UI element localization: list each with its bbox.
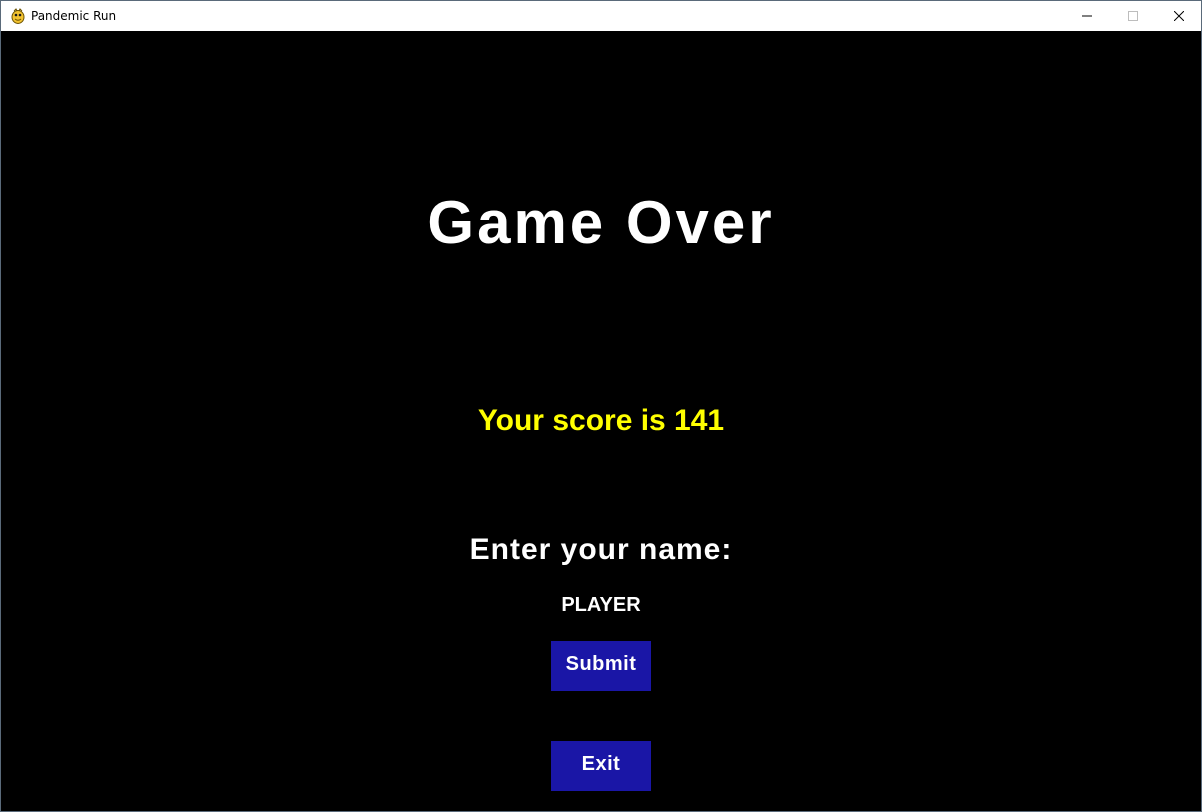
app-window: Pandemic Run Game Over Your score is 141… xyxy=(0,0,1202,812)
exit-button[interactable]: Exit xyxy=(551,741,651,791)
minimize-button[interactable] xyxy=(1064,1,1110,31)
close-icon xyxy=(1174,11,1184,21)
submit-button[interactable]: Submit xyxy=(551,641,651,691)
name-prompt: Enter your name: xyxy=(469,533,733,566)
minimize-icon xyxy=(1082,15,1092,17)
name-input[interactable]: PLAYER xyxy=(1,593,1201,617)
title-bar[interactable]: Pandemic Run xyxy=(1,1,1201,31)
maximize-icon xyxy=(1128,11,1138,21)
close-button[interactable] xyxy=(1156,1,1202,31)
game-over-title: Game Over xyxy=(427,189,775,256)
pygame-snake-icon xyxy=(10,8,26,24)
game-canvas[interactable]: Game Over Your score is 141 Enter your n… xyxy=(1,31,1201,811)
window-title: Pandemic Run xyxy=(31,9,117,23)
score-text: Your score is 141 xyxy=(477,404,725,437)
maximize-button[interactable] xyxy=(1110,1,1156,31)
